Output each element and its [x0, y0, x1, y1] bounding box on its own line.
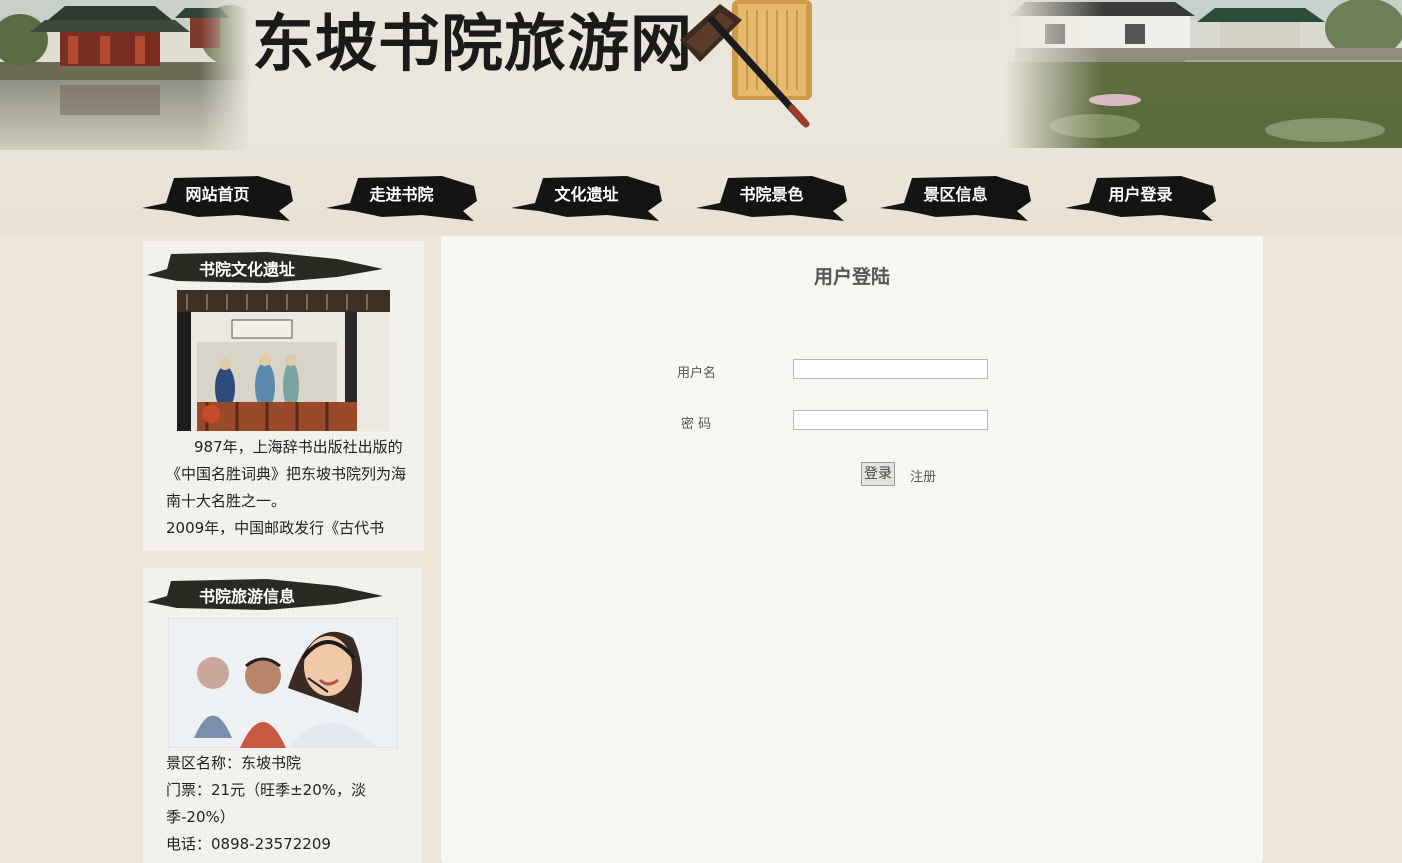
garden-pond-image [1005, 0, 1402, 148]
login-button[interactable]: 登录 [861, 462, 895, 486]
culture-paragraph: 987年，上海辞书出版社出版的《中国名胜词典》把东坡书院列为海南十大名胜之一。 [166, 438, 406, 510]
culture-paragraph: 2009年，中国邮政发行《古代书院》特种邮票 [166, 519, 385, 537]
username-input[interactable] [793, 359, 988, 379]
customer-service-image [168, 618, 398, 748]
nav-item-label: 书院景色 [739, 185, 804, 204]
nav-item-label: 文化遗址 [554, 185, 619, 204]
nav-item-label: 走进书院 [369, 185, 434, 204]
panel-heading: 书院文化遗址 [147, 251, 387, 283]
nav-item-login[interactable]: 用户登录 [1063, 172, 1218, 224]
username-label: 用户名 [677, 366, 717, 381]
nav-item-about[interactable]: 走进书院 [324, 172, 479, 224]
main-nav: 网站首页 走进书院 文化遗址 书院景色 景区信息 用户登录 [140, 172, 1230, 224]
museum-statues-image [177, 290, 390, 431]
register-link[interactable]: 注册 [910, 466, 936, 485]
culture-description: 987年，上海辞书出版社出版的《中国名胜词典》把东坡书院列为海南十大名胜之一。 … [166, 434, 406, 541]
panel-title: 书院旅游信息 [198, 587, 295, 606]
nav-item-heritage[interactable]: 文化遗址 [509, 172, 664, 224]
nav-item-label: 网站首页 [185, 185, 250, 204]
culture-heritage-panel: 书院文化遗址 987年，上海辞书出版社出版的《中国名胜词典》把东坡书院列为海南十… [143, 241, 424, 551]
password-label: 密 码 [681, 417, 712, 432]
site-banner: 东坡书院旅游网 网站首页 走进书院 文化遗址 书院景色 景区信息 用户登录 [0, 0, 1402, 235]
nav-item-info[interactable]: 景区信息 [878, 172, 1033, 224]
travel-line-name: 景区名称：东坡书院 [166, 754, 302, 772]
nav-item-scenery[interactable]: 书院景色 [694, 172, 849, 224]
pavilion-lake-image [0, 0, 250, 150]
travel-info-panel: 书院旅游信息 景区名称：东坡书院 门票：21元（旺季±20%，淡季-20%） 电… [143, 568, 422, 863]
travel-line-phone: 电话：0898-23572209 [166, 835, 331, 853]
nav-item-label: 用户登录 [1108, 185, 1173, 204]
travel-description: 景区名称：东坡书院 门票：21元（旺季±20%，淡季-20%） 电话：0898-… [166, 750, 406, 858]
password-input[interactable] [793, 410, 988, 430]
login-panel: 用户登陆 用户名 密 码 登录 注册 [441, 236, 1263, 863]
nav-item-label: 景区信息 [923, 185, 988, 204]
panel-heading: 书院旅游信息 [147, 578, 387, 610]
nav-item-home[interactable]: 网站首页 [140, 172, 295, 224]
travel-line-ticket: 门票：21元（旺季±20%，淡季-20%） [166, 781, 366, 826]
site-title: 东坡书院旅游网 [252, 7, 694, 80]
page-title: 用户登陆 [813, 266, 890, 288]
panel-title: 书院文化遗址 [198, 260, 295, 279]
brush-book-icon [680, 0, 812, 128]
